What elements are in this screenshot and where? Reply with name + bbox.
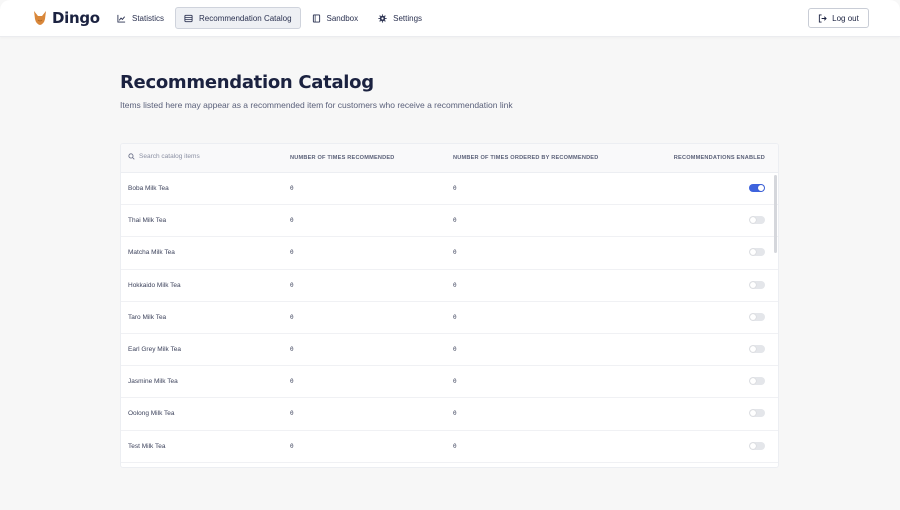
brand-name: Dingo xyxy=(52,9,100,27)
recommendation-toggle[interactable] xyxy=(749,377,765,386)
dingo-logo-icon xyxy=(34,11,46,25)
times-recommended: 0 xyxy=(290,281,294,289)
app-window: Dingo Statistics Recommendation Catalog xyxy=(0,0,900,510)
times-ordered: 0 xyxy=(453,410,457,418)
table-row: Jasmine Milk Tea 0 0 xyxy=(121,366,778,399)
times-ordered: 0 xyxy=(453,345,457,353)
nav-settings[interactable]: Settings xyxy=(369,7,431,29)
item-name: Hokkaido Milk Tea xyxy=(128,281,181,289)
item-name: Oolong Milk Tea xyxy=(128,410,175,418)
table-row: Hokkaido Milk Tea 0 0 xyxy=(121,270,778,302)
book-icon xyxy=(312,13,320,23)
times-ordered: 0 xyxy=(453,442,457,450)
top-navigation-bar: Dingo Statistics Recommendation Catalog xyxy=(0,0,900,37)
recommendation-toggle[interactable] xyxy=(749,409,765,418)
times-ordered: 0 xyxy=(453,249,457,257)
nav-settings-label: Settings xyxy=(393,13,423,23)
item-name: Thai Milk Tea xyxy=(128,217,167,225)
times-recommended: 0 xyxy=(290,313,294,321)
table-row: Matcha Milk Tea 0 0 xyxy=(121,237,778,270)
nav-sandbox[interactable]: Sandbox xyxy=(303,7,368,29)
item-name: Test Milk Tea xyxy=(128,442,166,450)
times-recommended: 0 xyxy=(290,378,294,386)
times-ordered: 0 xyxy=(453,281,457,289)
item-name: Taro Milk Tea xyxy=(128,313,167,321)
table-row: Thai Milk Tea 0 0 xyxy=(121,205,778,238)
recommendation-toggle[interactable] xyxy=(749,248,765,257)
catalog-table: NUMBER OF TIMES RECOMMENDED NUMBER OF TI… xyxy=(120,143,779,468)
recommendation-toggle[interactable] xyxy=(749,441,765,450)
nav-statistics-label: Statistics xyxy=(132,13,165,23)
nav-sandbox-label: Sandbox xyxy=(326,13,359,23)
logout-button[interactable]: Log out xyxy=(808,8,869,28)
column-header-times-ordered[interactable]: NUMBER OF TIMES ORDERED BY RECOMMENDED xyxy=(453,155,598,161)
times-recommended: 0 xyxy=(290,185,294,192)
logout-label: Log out xyxy=(832,13,859,23)
logout-icon xyxy=(819,13,827,23)
table-row: Oolong Milk Tea 0 0 xyxy=(121,398,778,431)
chart-icon xyxy=(117,14,126,23)
times-ordered: 0 xyxy=(453,378,457,386)
table-row: Boba Milk Tea 0 0 xyxy=(121,173,778,206)
catalog-icon xyxy=(184,14,193,22)
item-name: Boba Milk Tea xyxy=(128,185,169,192)
times-ordered: 0 xyxy=(453,313,457,321)
table-header: NUMBER OF TIMES RECOMMENDED NUMBER OF TI… xyxy=(121,144,778,173)
times-recommended: 0 xyxy=(290,217,294,225)
page-subtitle: Items listed here may appear as a recomm… xyxy=(120,100,513,110)
recommendation-toggle[interactable] xyxy=(749,184,765,192)
recommendation-toggle[interactable] xyxy=(749,280,765,289)
gear-icon xyxy=(378,13,387,23)
column-header-recommendations-enabled[interactable]: RECOMMENDATIONS ENABLED xyxy=(674,155,765,161)
item-name: Earl Grey Milk Tea xyxy=(128,345,181,353)
times-recommended: 0 xyxy=(290,442,294,450)
table-row: Test Milk Tea 0 0 xyxy=(121,431,778,463)
search-box[interactable] xyxy=(128,153,279,160)
recommendation-toggle[interactable] xyxy=(749,216,765,225)
recommendation-toggle[interactable] xyxy=(749,312,765,321)
table-body: Boba Milk Tea 0 0 Thai Milk Tea 0 0 Matc… xyxy=(121,173,778,463)
nav-recommendation-catalog-label: Recommendation Catalog xyxy=(199,13,292,23)
nav-statistics[interactable]: Statistics xyxy=(108,7,173,29)
search-icon xyxy=(128,153,135,160)
item-name: Jasmine Milk Tea xyxy=(128,378,178,386)
times-recommended: 0 xyxy=(290,345,294,353)
recommendation-toggle[interactable] xyxy=(749,344,765,353)
main-nav: Statistics Recommendation Catalog Sandbo… xyxy=(108,7,433,29)
column-header-times-recommended[interactable]: NUMBER OF TIMES RECOMMENDED xyxy=(290,155,395,161)
times-ordered: 0 xyxy=(453,185,457,192)
table-row: Earl Grey Milk Tea 0 0 xyxy=(121,334,778,367)
times-recommended: 0 xyxy=(290,249,294,257)
times-recommended: 0 xyxy=(290,410,294,418)
search-input[interactable] xyxy=(139,153,279,160)
page-title: Recommendation Catalog xyxy=(120,72,374,93)
nav-recommendation-catalog[interactable]: Recommendation Catalog xyxy=(175,7,301,29)
item-name: Matcha Milk Tea xyxy=(128,249,175,257)
brand-logo[interactable]: Dingo xyxy=(32,9,100,27)
times-ordered: 0 xyxy=(453,217,457,225)
table-scrollbar[interactable] xyxy=(774,175,777,253)
table-row: Taro Milk Tea 0 0 xyxy=(121,302,778,334)
